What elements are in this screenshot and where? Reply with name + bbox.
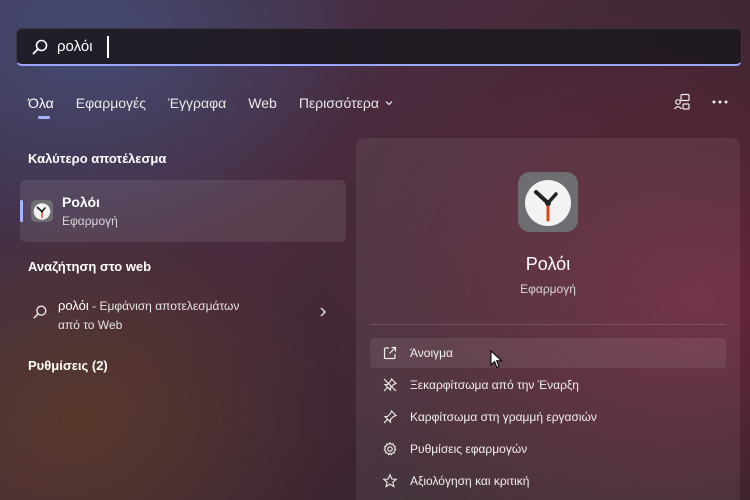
tab-web-label: Web: [248, 95, 277, 111]
tab-more[interactable]: Περισσότερα: [299, 92, 394, 114]
tab-apps[interactable]: Εφαρμογές: [76, 92, 146, 114]
tab-all[interactable]: Όλα: [28, 92, 54, 119]
tab-apps-label: Εφαρμογές: [75, 95, 147, 111]
action-pin-taskbar-label: Καρφίτσωμα στη γραμμή εργασιών: [410, 410, 597, 424]
chevron-down-icon: [385, 101, 393, 106]
action-unpin-start-label: Ξεκαρφίτσωμα από την Έναρξη: [410, 378, 579, 392]
web-search-heading: Αναζήτηση στο web: [28, 259, 152, 274]
action-rate-review[interactable]: Αξιολόγηση και κριτική: [370, 466, 726, 496]
tab-documents[interactable]: Έγγραφα: [168, 92, 226, 114]
tab-all-label: Όλα: [28, 95, 54, 111]
web-result-query: ρολόι: [58, 298, 89, 313]
preview-app-type: Εφαρμογή: [520, 282, 576, 296]
divider: [370, 324, 726, 325]
mouse-cursor-icon: [490, 350, 503, 369]
tab-documents-label: Έγγραφα: [168, 95, 227, 111]
best-result-item[interactable]: Ρολόι Εφαρμογή: [20, 180, 346, 242]
gear-icon: [383, 441, 397, 456]
web-search-result[interactable]: ρολόι - Εμφάνιση αποτελεσμάτων από το We…: [20, 292, 346, 340]
search-input[interactable]: [57, 38, 697, 55]
text-caret-icon: [107, 36, 109, 58]
search-icon: [32, 39, 48, 54]
unpin-icon: [383, 378, 397, 392]
clock-app-icon: [31, 200, 53, 222]
best-result-title: Ρολόι: [62, 194, 100, 210]
action-pin-taskbar[interactable]: Καρφίτσωμα στη γραμμή εργασιών: [370, 402, 726, 432]
account-switch-button[interactable]: [668, 90, 696, 114]
action-open-label: Άνοιγμα: [410, 346, 453, 360]
best-result-subtitle: Εφαρμογή: [62, 214, 118, 228]
action-rate-review-label: Αξιολόγηση και κριτική: [410, 474, 530, 488]
account-devices-icon: [674, 93, 690, 110]
search-box[interactable]: [16, 28, 742, 66]
top-right-controls: [658, 90, 734, 114]
best-match-heading: Καλύτερο αποτέλεσμα: [28, 151, 167, 166]
settings-heading: Ρυθμίσεις (2): [28, 358, 108, 373]
action-open[interactable]: Άνοιγμα: [370, 338, 726, 368]
action-app-settings-label: Ρυθμίσεις εφαρμογών: [410, 442, 528, 456]
chevron-right-icon: [320, 307, 327, 317]
tab-more-label: Περισσότερα: [298, 95, 379, 111]
clock-app-icon: [518, 172, 578, 232]
preview-app-name: Ρολόι: [525, 254, 571, 274]
more-options-button[interactable]: [706, 90, 734, 114]
action-unpin-start[interactable]: Ξεκαρφίτσωμα από την Έναρξη: [370, 370, 726, 400]
web-result-line1: - Εμφάνιση αποτελεσμάτων: [88, 299, 240, 313]
star-icon: [382, 473, 398, 488]
tab-web[interactable]: Web: [248, 92, 277, 114]
filter-tabs: Όλα Εφαρμογές Έγγραφα Web Περισσότερα: [28, 92, 416, 119]
search-icon: [33, 305, 47, 319]
best-result-text: Ρολόι Εφαρμογή: [62, 194, 118, 228]
more-dots-icon: [712, 100, 728, 104]
web-result-text: ρολόι - Εμφάνιση αποτελεσμάτων από το We…: [58, 296, 278, 335]
preview-panel: Ρολόι Εφαρμογή Άνοιγμα Ξεκαρφίτσωμα από …: [356, 138, 740, 500]
web-result-line2: από το Web: [58, 318, 123, 332]
action-app-settings[interactable]: Ρυθμίσεις εφαρμογών: [370, 434, 726, 464]
pin-icon: [383, 410, 397, 424]
open-external-icon: [383, 346, 397, 360]
